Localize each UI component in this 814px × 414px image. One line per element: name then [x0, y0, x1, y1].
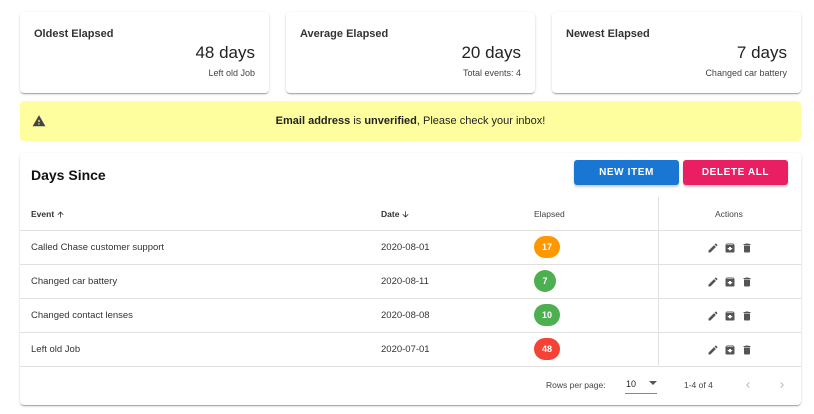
stat-subtitle: Left old Job	[208, 68, 255, 78]
column-header-actions: Actions	[715, 209, 743, 219]
event-cell: Changed contact lenses	[31, 310, 133, 321]
table-pagination: Rows per page: 10 1-4 of 4	[20, 365, 801, 405]
arrow-down-icon	[402, 211, 409, 217]
table-row[interactable]: Called Chase customer support 2020-08-01 1…	[20, 231, 801, 265]
alert-message: Email address is unverified, Please chec…	[275, 115, 546, 127]
stat-value: 20 days	[461, 43, 521, 62]
caret-down-icon	[649, 381, 657, 385]
table-row[interactable]: Left old Job 2020-07-01 48	[20, 333, 801, 367]
delete-icon[interactable]	[741, 242, 753, 254]
stat-title: Newest Elapsed	[566, 28, 650, 40]
date-cell: 2020-08-01	[381, 242, 430, 253]
delete-all-button[interactable]: DELETE ALL	[683, 160, 788, 185]
archive-icon[interactable]	[724, 344, 736, 356]
table-header: Event Date Elapsed Actions	[20, 197, 801, 231]
arrow-up-icon	[57, 211, 64, 217]
edit-icon[interactable]	[707, 242, 719, 254]
date-cell: 2020-07-01	[381, 344, 430, 355]
stat-title: Average Elapsed	[300, 28, 389, 40]
rows-per-page-value: 10	[626, 379, 637, 389]
rows-per-page-select[interactable]: 10	[625, 376, 657, 394]
column-header-elapsed[interactable]: Elapsed	[534, 209, 565, 219]
previous-page-icon[interactable]	[742, 378, 754, 392]
table-row[interactable]: Changed contact lenses 2020-08-08 10	[20, 299, 801, 333]
edit-icon[interactable]	[707, 344, 719, 356]
stat-subtitle: Total events: 4	[462, 68, 521, 78]
delete-icon[interactable]	[741, 276, 753, 288]
date-cell: 2020-08-08	[381, 310, 430, 321]
stat-card-average: Average Elapsed 20 days Total events: 4	[286, 12, 535, 93]
stat-value: 48 days	[195, 43, 255, 62]
event-cell: Called Chase customer support	[31, 242, 165, 253]
new-item-button[interactable]: NEW ITEM	[574, 160, 679, 185]
archive-icon[interactable]	[724, 310, 736, 322]
archive-icon[interactable]	[724, 242, 736, 254]
rows-per-page-label: Rows per page:	[546, 380, 606, 390]
unverified-email-alert: Email address is unverified, Please chec…	[20, 101, 801, 141]
pagination-range: 1-4 of 4	[684, 380, 713, 390]
stat-title: Oldest Elapsed	[34, 28, 114, 40]
event-cell: Changed car battery	[31, 276, 118, 287]
stat-subtitle: Changed car battery	[705, 68, 787, 78]
date-cell: 2020-08-11	[381, 276, 429, 287]
stat-value: 7 days	[736, 43, 787, 62]
column-header-date[interactable]: Date	[381, 209, 410, 219]
delete-icon[interactable]	[741, 310, 753, 322]
elapsed-badge: 48	[534, 338, 560, 360]
column-header-event[interactable]: Event	[31, 209, 65, 219]
elapsed-badge: 17	[534, 236, 560, 258]
stat-card-newest: Newest Elapsed 7 days Changed car batter…	[552, 12, 801, 93]
delete-icon[interactable]	[741, 344, 753, 356]
table-row[interactable]: Changed car battery 2020-08-11 7	[20, 265, 801, 299]
elapsed-badge: 10	[534, 304, 560, 326]
edit-icon[interactable]	[707, 276, 719, 288]
days-since-table-card: Days Since NEW ITEM DELETE ALL Event Dat…	[20, 153, 801, 405]
event-cell: Left old Job	[31, 344, 81, 355]
next-page-icon[interactable]	[776, 378, 788, 392]
elapsed-badge: 7	[534, 270, 556, 292]
edit-icon[interactable]	[707, 310, 719, 322]
table-title: Days Since	[31, 167, 106, 183]
stat-card-oldest: Oldest Elapsed 48 days Left old Job	[20, 12, 269, 93]
archive-icon[interactable]	[724, 276, 736, 288]
